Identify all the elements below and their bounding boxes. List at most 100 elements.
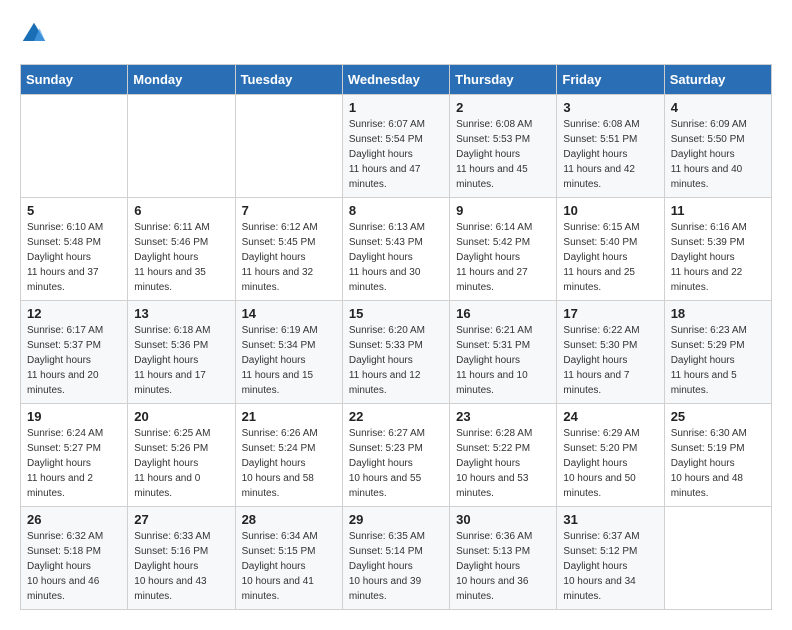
calendar-cell: 23Sunrise: 6:28 AMSunset: 5:22 PMDayligh… [450,404,557,507]
calendar-week-3: 12 Sunrise: 6:17 AMSunset: 5:37 PMDayligh… [21,301,772,404]
day-info: Sunrise: 6:27 AMSunset: 5:23 PMDaylight … [349,426,443,501]
calendar-cell: 10 Sunrise: 6:15 AMSunset: 5:40 PMDayligh… [557,198,664,301]
calendar-cell: 31Sunrise: 6:37 AMSunset: 5:12 PMDayligh… [557,507,664,610]
calendar-cell [235,95,342,198]
day-number: 17 [563,306,657,321]
calendar-week-5: 26Sunrise: 6:32 AMSunset: 5:18 PMDayligh… [21,507,772,610]
weekday-header-tuesday: Tuesday [235,65,342,95]
day-number: 4 [671,100,765,115]
day-number: 11 [671,203,765,218]
calendar-cell: 17Sunrise: 6:22 AMSunset: 5:30 PMDayligh… [557,301,664,404]
calendar-cell: 6 Sunrise: 6:11 AMSunset: 5:46 PMDaylight… [128,198,235,301]
logo [20,20,52,48]
day-number: 15 [349,306,443,321]
day-number: 22 [349,409,443,424]
calendar-cell: 21 Sunrise: 6:26 AMSunset: 5:24 PMDayligh… [235,404,342,507]
day-info: Sunrise: 6:19 AMSunset: 5:34 PMDaylight … [242,323,336,398]
calendar-cell [128,95,235,198]
logo-icon [20,20,48,48]
calendar-cell: 28 Sunrise: 6:34 AMSunset: 5:15 PMDayligh… [235,507,342,610]
day-number: 19 [27,409,121,424]
day-info: Sunrise: 6:33 AMSunset: 5:16 PMDaylight … [134,529,228,604]
day-number: 28 [242,512,336,527]
calendar-cell: 18 Sunrise: 6:23 AMSunset: 5:29 PMDayligh… [664,301,771,404]
calendar-cell: 30 Sunrise: 6:36 AMSunset: 5:13 PMDayligh… [450,507,557,610]
day-info: Sunrise: 6:16 AMSunset: 5:39 PMDaylight … [671,220,765,295]
day-number: 14 [242,306,336,321]
day-number: 30 [456,512,550,527]
calendar-cell: 19 Sunrise: 6:24 AMSunset: 5:27 PMDayligh… [21,404,128,507]
calendar-cell: 29 Sunrise: 6:35 AMSunset: 5:14 PMDayligh… [342,507,449,610]
calendar-cell: 3 Sunrise: 6:08 AMSunset: 5:51 PMDaylight… [557,95,664,198]
day-info: Sunrise: 6:09 AMSunset: 5:50 PMDaylight … [671,117,765,192]
day-info: Sunrise: 6:30 AMSunset: 5:19 PMDaylight … [671,426,765,501]
weekday-header-thursday: Thursday [450,65,557,95]
day-info: Sunrise: 6:14 AMSunset: 5:42 PMDaylight … [456,220,550,295]
weekday-header-wednesday: Wednesday [342,65,449,95]
weekday-header-saturday: Saturday [664,65,771,95]
day-number: 20 [134,409,228,424]
day-number: 13 [134,306,228,321]
day-info: Sunrise: 6:20 AMSunset: 5:33 PMDaylight … [349,323,443,398]
calendar-cell: 9 Sunrise: 6:14 AMSunset: 5:42 PMDaylight… [450,198,557,301]
day-info: Sunrise: 6:23 AMSunset: 5:29 PMDaylight … [671,323,765,398]
day-number: 9 [456,203,550,218]
day-info: Sunrise: 6:29 AMSunset: 5:20 PMDaylight … [563,426,657,501]
day-number: 12 [27,306,121,321]
day-info: Sunrise: 6:34 AMSunset: 5:15 PMDaylight … [242,529,336,604]
day-info: Sunrise: 6:37 AMSunset: 5:12 PMDaylight … [563,529,657,604]
day-info: Sunrise: 6:36 AMSunset: 5:13 PMDaylight … [456,529,550,604]
calendar-cell: 4 Sunrise: 6:09 AMSunset: 5:50 PMDaylight… [664,95,771,198]
calendar-cell [664,507,771,610]
day-info: Sunrise: 6:24 AMSunset: 5:27 PMDaylight … [27,426,121,501]
day-info: Sunrise: 6:28 AMSunset: 5:22 PMDaylight … [456,426,550,501]
calendar-cell: 12 Sunrise: 6:17 AMSunset: 5:37 PMDayligh… [21,301,128,404]
day-info: Sunrise: 6:08 AMSunset: 5:51 PMDaylight … [563,117,657,192]
day-info: Sunrise: 6:11 AMSunset: 5:46 PMDaylight … [134,220,228,295]
page-header [20,20,772,48]
day-info: Sunrise: 6:35 AMSunset: 5:14 PMDaylight … [349,529,443,604]
day-info: Sunrise: 6:26 AMSunset: 5:24 PMDaylight … [242,426,336,501]
day-number: 10 [563,203,657,218]
calendar-cell: 16 Sunrise: 6:21 AMSunset: 5:31 PMDayligh… [450,301,557,404]
day-number: 2 [456,100,550,115]
calendar-cell: 25 Sunrise: 6:30 AMSunset: 5:19 PMDayligh… [664,404,771,507]
calendar-cell: 2 Sunrise: 6:08 AMSunset: 5:53 PMDaylight… [450,95,557,198]
calendar-cell: 27 Sunrise: 6:33 AMSunset: 5:16 PMDayligh… [128,507,235,610]
calendar-cell: 11 Sunrise: 6:16 AMSunset: 5:39 PMDayligh… [664,198,771,301]
calendar-cell: 13 Sunrise: 6:18 AMSunset: 5:36 PMDayligh… [128,301,235,404]
day-info: Sunrise: 6:15 AMSunset: 5:40 PMDaylight … [563,220,657,295]
day-number: 18 [671,306,765,321]
weekday-header-sunday: Sunday [21,65,128,95]
day-info: Sunrise: 6:21 AMSunset: 5:31 PMDaylight … [456,323,550,398]
calendar-body: 1Sunrise: 6:07 AMSunset: 5:54 PMDaylight… [21,95,772,610]
day-number: 5 [27,203,121,218]
calendar-cell: 7 Sunrise: 6:12 AMSunset: 5:45 PMDaylight… [235,198,342,301]
day-number: 16 [456,306,550,321]
weekday-header-monday: Monday [128,65,235,95]
day-number: 8 [349,203,443,218]
day-info: Sunrise: 6:25 AMSunset: 5:26 PMDaylight … [134,426,228,501]
calendar-table: SundayMondayTuesdayWednesdayThursdayFrid… [20,64,772,610]
day-info: Sunrise: 6:18 AMSunset: 5:36 PMDaylight … [134,323,228,398]
day-number: 24 [563,409,657,424]
day-info: Sunrise: 6:10 AMSunset: 5:48 PMDaylight … [27,220,121,295]
day-info: Sunrise: 6:32 AMSunset: 5:18 PMDaylight … [27,529,121,604]
weekday-header-friday: Friday [557,65,664,95]
day-info: Sunrise: 6:08 AMSunset: 5:53 PMDaylight … [456,117,550,192]
day-number: 6 [134,203,228,218]
calendar-cell: 20 Sunrise: 6:25 AMSunset: 5:26 PMDayligh… [128,404,235,507]
calendar-cell: 26Sunrise: 6:32 AMSunset: 5:18 PMDayligh… [21,507,128,610]
day-number: 7 [242,203,336,218]
day-number: 29 [349,512,443,527]
calendar-week-2: 5 Sunrise: 6:10 AMSunset: 5:48 PMDaylight… [21,198,772,301]
day-number: 25 [671,409,765,424]
day-number: 21 [242,409,336,424]
day-info: Sunrise: 6:17 AMSunset: 5:37 PMDaylight … [27,323,121,398]
calendar-week-1: 1Sunrise: 6:07 AMSunset: 5:54 PMDaylight… [21,95,772,198]
calendar-cell [21,95,128,198]
day-number: 1 [349,100,443,115]
day-number: 3 [563,100,657,115]
day-info: Sunrise: 6:12 AMSunset: 5:45 PMDaylight … [242,220,336,295]
day-number: 27 [134,512,228,527]
